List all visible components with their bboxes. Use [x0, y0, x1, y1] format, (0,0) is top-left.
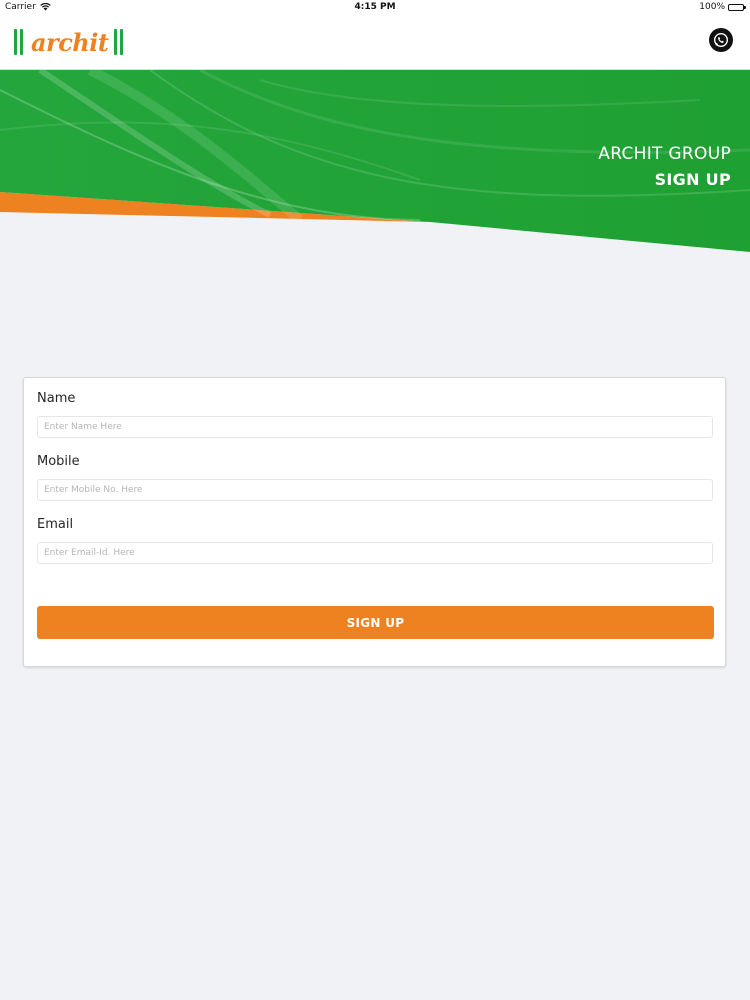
name-label: Name: [37, 391, 76, 406]
email-input[interactable]: [37, 542, 713, 564]
mobile-label: Mobile: [37, 454, 80, 469]
banner-subtitle: SIGN UP: [654, 170, 731, 189]
mobile-input[interactable]: [37, 479, 713, 501]
battery-status: 100%: [699, 2, 746, 12]
logo-bar-left-2: [20, 29, 23, 55]
archit-logo[interactable]: archit: [14, 26, 126, 58]
hero-banner: ARCHIT GROUP SIGN UP: [0, 70, 750, 260]
battery-percent: 100%: [699, 2, 725, 12]
signup-form-card: Name Mobile Email SIGN UP: [23, 377, 726, 667]
email-label: Email: [37, 517, 74, 532]
logo-bar-left-1: [14, 29, 17, 55]
banner-title: ARCHIT GROUP: [598, 144, 731, 164]
signup-button[interactable]: SIGN UP: [37, 606, 714, 639]
whatsapp-call-icon: [713, 32, 729, 48]
logo-text: archit: [31, 27, 109, 57]
status-time: 4:15 PM: [354, 2, 396, 12]
battery-icon: [728, 3, 746, 11]
status-bar: Carrier 4:15 PM 100%: [0, 0, 750, 16]
app-header: archit: [0, 16, 750, 70]
whatsapp-call-button[interactable]: [709, 28, 733, 52]
logo-bar-right-2: [120, 29, 124, 55]
banner-text: ARCHIT GROUP SIGN UP: [598, 144, 731, 189]
logo-bar-right-1: [114, 29, 118, 55]
name-input[interactable]: [37, 416, 713, 438]
